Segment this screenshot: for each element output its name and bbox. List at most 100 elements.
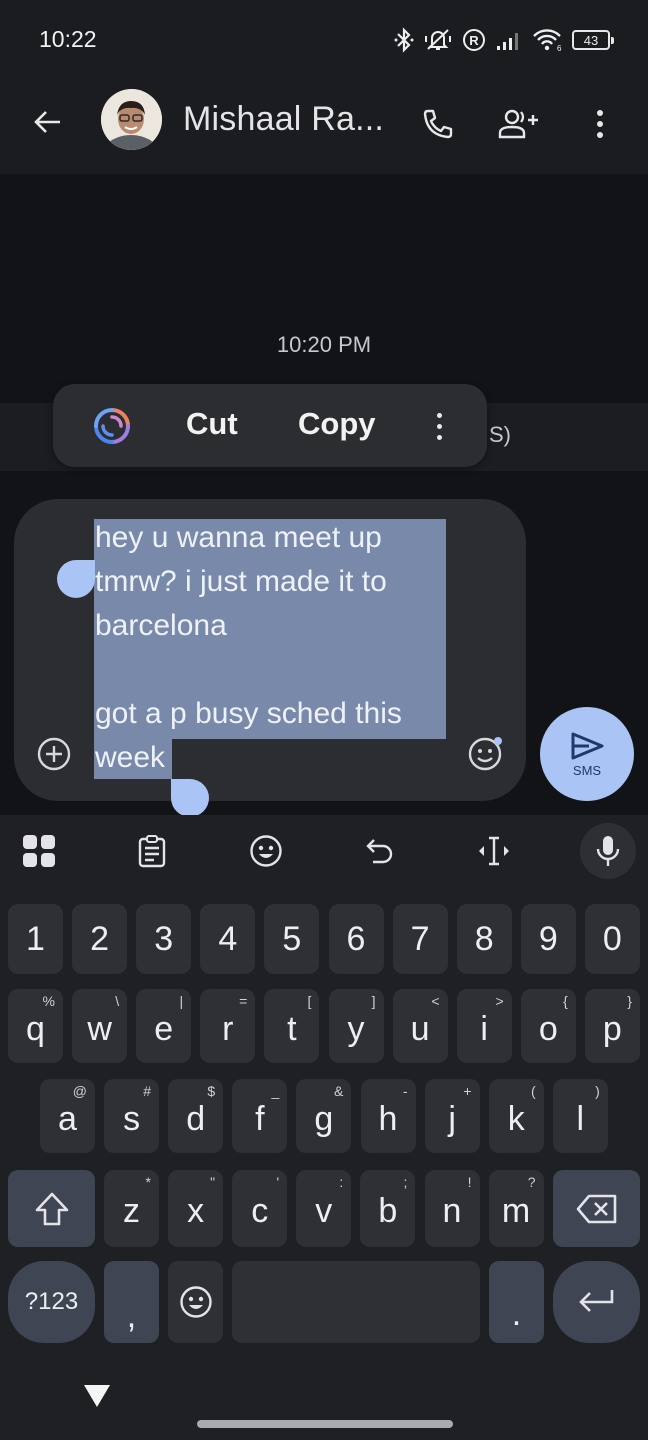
space-key[interactable] — [232, 1261, 480, 1343]
key-alt-label: # — [143, 1083, 152, 1099]
key-alt-label: % — [42, 993, 55, 1009]
message-line: got a p busy sched this — [95, 697, 402, 730]
key-label: 6 — [346, 919, 366, 958]
key-c[interactable]: ' c — [232, 1170, 288, 1247]
key-k[interactable]: (k — [488, 1079, 544, 1153]
key-1[interactable]: 1 — [8, 904, 63, 974]
voice-input-button[interactable] — [580, 823, 636, 879]
key-s[interactable]: # s — [104, 1079, 160, 1153]
call-button[interactable] — [416, 102, 460, 146]
key-v[interactable]: :v — [296, 1170, 352, 1247]
key-label: 1 — [26, 919, 45, 958]
apps-button[interactable] — [15, 827, 63, 875]
text-cursor-button[interactable] — [470, 827, 518, 875]
key-9[interactable]: 9 — [520, 904, 576, 974]
add-person-button[interactable] — [497, 102, 541, 146]
wifi-icon: 6 — [533, 29, 562, 52]
toolbar-more-button[interactable] — [427, 406, 451, 446]
key-alt-label: < — [431, 993, 440, 1009]
back-button[interactable] — [28, 102, 68, 142]
key-n[interactable]: ! n — [424, 1170, 480, 1247]
key-p[interactable]: } p — [584, 989, 640, 1063]
avatar[interactable] — [101, 89, 162, 150]
key-i[interactable]: > i — [456, 989, 512, 1063]
key-3[interactable]: 3 — [136, 904, 192, 974]
key-m[interactable]: ? m — [488, 1170, 544, 1247]
symbols-key[interactable]: ?123 — [8, 1261, 95, 1343]
key-o[interactable]: {o — [520, 989, 576, 1063]
key-e[interactable]: | e — [136, 989, 192, 1063]
key-5[interactable]: 5 — [264, 904, 320, 974]
gesture-nav-handle[interactable] — [197, 1420, 453, 1428]
contact-name[interactable]: Mishaal Ra... — [183, 100, 384, 139]
key-label: r — [222, 1009, 234, 1048]
key-l[interactable]: ) l — [552, 1079, 608, 1153]
phone-icon — [423, 109, 453, 139]
keyboard-toolbar — [0, 815, 648, 889]
key-b[interactable]: ; b — [360, 1170, 416, 1247]
key-alt-label: ' — [276, 1174, 280, 1190]
key-x[interactable]: " x — [168, 1170, 224, 1247]
key-alt-label: : — [339, 1174, 344, 1190]
selection-start-handle[interactable] — [57, 560, 95, 598]
key-y[interactable]: ] y — [328, 989, 384, 1063]
key-alt-label: + — [463, 1083, 472, 1099]
emoji-key[interactable] — [168, 1261, 223, 1343]
nav-hide-keyboard-icon[interactable] — [84, 1385, 110, 1407]
period-key[interactable]: . — [489, 1261, 544, 1343]
comma-key[interactable]: , — [104, 1261, 159, 1343]
key-label: 5 — [282, 919, 302, 958]
key-f[interactable]: _ f — [232, 1079, 288, 1153]
key-alt-label: > — [495, 993, 504, 1009]
key-label: i — [480, 1009, 488, 1048]
enter-key[interactable] — [553, 1261, 640, 1343]
gemini-assist-button[interactable] — [91, 405, 133, 447]
key-alt-label: * — [145, 1174, 151, 1190]
key-0[interactable]: 0 — [584, 904, 640, 974]
key-4[interactable]: 4 — [200, 904, 256, 974]
battery-level: 43 — [583, 32, 599, 48]
key-label: 4 — [218, 919, 238, 958]
copy-button[interactable]: Copy — [298, 406, 376, 442]
key-h[interactable]: -h — [360, 1079, 416, 1153]
battery-icon: 43 — [572, 30, 614, 50]
key-g[interactable]: & g — [296, 1079, 352, 1153]
cut-button[interactable]: Cut — [186, 406, 238, 442]
key-r[interactable]: = r — [200, 989, 256, 1063]
key-label: k — [507, 1099, 525, 1138]
shift-key[interactable] — [8, 1170, 95, 1247]
text-cursor-icon — [479, 836, 509, 866]
key-7[interactable]: 7 — [392, 904, 448, 974]
key-6[interactable]: 6 — [328, 904, 384, 974]
backspace-key[interactable] — [553, 1170, 640, 1247]
selection-end-handle[interactable] — [171, 779, 209, 817]
key-q[interactable]: % q — [8, 989, 63, 1063]
clipboard-button[interactable] — [128, 827, 176, 875]
key-2[interactable]: 2 — [72, 904, 128, 974]
more-options-button[interactable] — [578, 102, 622, 146]
attach-button[interactable] — [36, 736, 72, 772]
more-dot — [436, 412, 442, 418]
signal-icon — [497, 33, 518, 50]
key-d[interactable]: $ d — [168, 1079, 224, 1153]
key-8[interactable]: 8 — [456, 904, 512, 974]
key-t[interactable]: [t — [264, 989, 320, 1063]
emoji-button[interactable] — [242, 827, 290, 875]
key-z[interactable]: * z — [104, 1170, 159, 1247]
undo-button[interactable] — [356, 827, 404, 875]
key-label: a — [58, 1099, 77, 1138]
key-w[interactable]: \ w — [72, 989, 128, 1063]
emoji-sticker-button[interactable] — [467, 734, 505, 772]
more-dot — [436, 434, 442, 440]
avatar-photo — [101, 89, 162, 150]
key-j[interactable]: + j — [424, 1079, 480, 1153]
key-label: s — [123, 1099, 141, 1138]
more-vert-icon — [597, 110, 603, 138]
bluetooth-icon — [394, 27, 414, 53]
key-label: x — [187, 1192, 205, 1230]
status-bar: 10:22 R 6 43 — [0, 0, 648, 80]
message-line: barcelona — [95, 609, 227, 642]
key-u[interactable]: < u — [392, 989, 448, 1063]
key-a[interactable]: @ a — [40, 1079, 95, 1153]
send-sms-button[interactable]: SMS — [540, 707, 634, 801]
